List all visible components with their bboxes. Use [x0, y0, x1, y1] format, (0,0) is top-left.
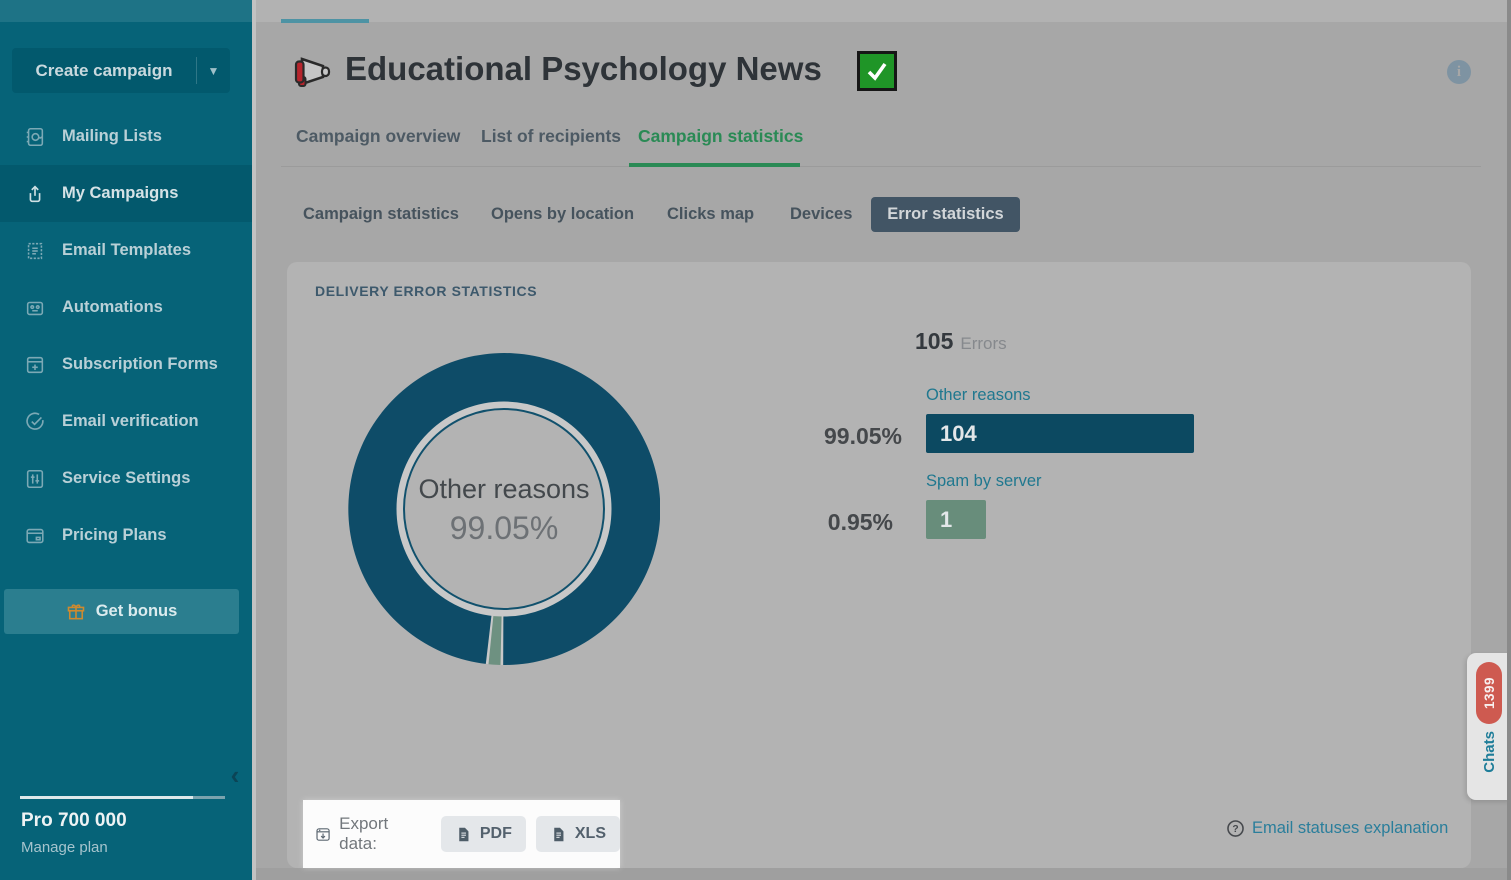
bar-other-reasons: 104 [926, 414, 1194, 453]
forms-icon [24, 354, 46, 376]
tab-campaign-overview[interactable]: Campaign overview [296, 126, 460, 147]
chats-tab[interactable]: 1399 Chats [1467, 653, 1511, 800]
create-campaign-label: Create campaign [12, 61, 196, 81]
sidebar-top-strip [0, 0, 252, 22]
sidebar-item-email-verification[interactable]: Email verification [0, 393, 252, 450]
export-data-label: Export data: [339, 814, 417, 854]
tabs-border [281, 166, 1481, 167]
subtab-devices[interactable]: Devices [790, 205, 852, 224]
get-bonus-button[interactable]: Get bonus [4, 589, 239, 634]
checkmark-icon [857, 51, 897, 91]
create-campaign-button[interactable]: Create campaign ▼ [12, 48, 230, 93]
errors-total-label: Errors [960, 334, 1006, 354]
bar-label-spam-by-server: Spam by server [926, 472, 1042, 491]
donut-slice-other-reasons [348, 353, 660, 665]
main-top-strip [252, 0, 1511, 22]
errors-total: 105 Errors [915, 328, 1007, 355]
export-xls-button[interactable]: XLS [536, 816, 620, 852]
sidebar: Create campaign ▼ Mailing Lists My Campa… [0, 0, 252, 880]
sidebar-item-label: Email Templates [62, 241, 191, 260]
export-pdf-button[interactable]: PDF [441, 816, 526, 852]
window-right-edge [1507, 0, 1511, 880]
gift-icon [66, 602, 86, 622]
error-donut-chart [348, 353, 660, 665]
tab-list-of-recipients[interactable]: List of recipients [481, 126, 621, 147]
address-book-icon [24, 126, 46, 148]
campaigns-icon [24, 183, 46, 205]
bar-spam-by-server: 1 [926, 500, 986, 539]
sidebar-divider [252, 0, 256, 880]
plan-name: Pro 700 000 [21, 810, 127, 832]
document-icon [455, 826, 472, 843]
chats-label: Chats [1481, 731, 1498, 773]
sidebar-item-email-templates[interactable]: Email Templates [0, 222, 252, 279]
subtab-error-statistics[interactable]: Error statistics [871, 197, 1020, 232]
tab-campaign-statistics[interactable]: Campaign statistics [638, 126, 803, 147]
sidebar-item-subscription-forms[interactable]: Subscription Forms [0, 336, 252, 393]
megaphone-icon [292, 54, 334, 90]
app-window: Create campaign ▼ Mailing Lists My Campa… [0, 0, 1511, 880]
chats-badge-count: 1399 [1482, 677, 1497, 709]
plan-usage-bar-remainder [193, 796, 225, 799]
export-data-label-wrap: Export data: [315, 814, 417, 854]
donut-inner-light-ring [400, 405, 608, 613]
sidebar-item-mailing-lists[interactable]: Mailing Lists [0, 108, 252, 165]
automations-icon [24, 297, 46, 319]
question-circle-icon: ? [1226, 819, 1245, 838]
bar-value: 104 [940, 421, 977, 447]
bar-value: 1 [940, 507, 952, 533]
sidebar-item-label: Service Settings [62, 469, 190, 488]
pricing-icon [24, 525, 46, 547]
sidebar-item-label: My Campaigns [62, 184, 178, 203]
sidebar-item-service-settings[interactable]: Service Settings [0, 450, 252, 507]
percent-other-reasons: 99.05% [760, 423, 902, 450]
sidebar-item-label: Mailing Lists [62, 127, 162, 146]
chats-badge: 1399 [1476, 662, 1502, 724]
plan-usage-bar [20, 796, 193, 799]
sidebar-item-my-campaigns[interactable]: My Campaigns [0, 165, 252, 222]
email-statuses-explanation-label: Email statuses explanation [1252, 819, 1448, 838]
templates-icon [24, 240, 46, 262]
sidebar-item-label: Email verification [62, 412, 199, 431]
info-icon[interactable]: i [1447, 60, 1471, 84]
errors-total-number: 105 [915, 328, 953, 355]
manage-plan-link[interactable]: Manage plan [21, 839, 108, 856]
chevron-down-icon[interactable]: ▼ [196, 57, 230, 84]
donut-center-label: Other reasons [348, 474, 660, 505]
sidebar-item-automations[interactable]: Automations [0, 279, 252, 336]
subtab-clicks-map[interactable]: Clicks map [667, 205, 754, 224]
export-data-panel: Export data: PDF XLS [303, 800, 620, 868]
verification-icon [24, 411, 46, 433]
export-pdf-label: PDF [480, 825, 512, 843]
sidebar-item-label: Pricing Plans [62, 526, 167, 545]
sidebar-item-label: Subscription Forms [62, 355, 218, 374]
sidebar-item-label: Automations [62, 298, 163, 317]
page-bottom-strip [256, 868, 1507, 880]
settings-icon [24, 468, 46, 490]
email-statuses-explanation-link[interactable]: ? Email statuses explanation [1226, 819, 1448, 838]
subtab-campaign-statistics[interactable]: Campaign statistics [303, 205, 459, 224]
top-accent-bar [281, 19, 369, 23]
donut-inner-dark-ring [404, 409, 604, 609]
collapse-sidebar-icon[interactable]: ‹ [222, 760, 248, 790]
page-title: Educational Psychology News [345, 50, 822, 88]
export-xls-label: XLS [575, 825, 606, 843]
bar-label-other-reasons: Other reasons [926, 386, 1031, 405]
get-bonus-label: Get bonus [96, 602, 178, 621]
export-download-icon [315, 825, 331, 844]
svg-text:?: ? [1232, 824, 1238, 835]
donut-center-value: 99.05% [348, 510, 660, 547]
document-icon [550, 826, 567, 843]
percent-spam-by-server: 0.95% [760, 509, 893, 536]
section-title: DELIVERY ERROR STATISTICS [315, 283, 537, 299]
sidebar-item-pricing-plans[interactable]: Pricing Plans [0, 507, 252, 564]
active-tab-underline [629, 163, 800, 167]
subtab-opens-by-location[interactable]: Opens by location [491, 205, 634, 224]
